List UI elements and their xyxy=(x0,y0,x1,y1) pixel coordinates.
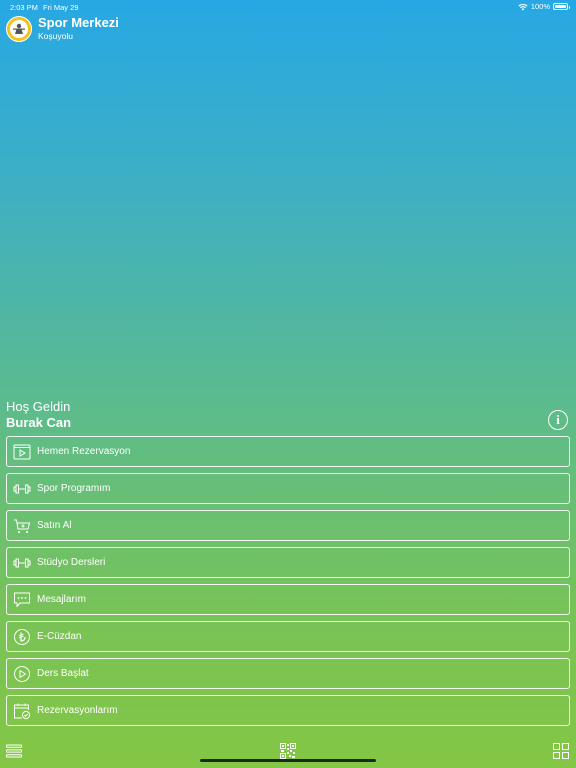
play-circle-icon xyxy=(12,664,32,684)
menu-item-label: Hemen Rezervasyon xyxy=(37,446,131,457)
list-menu-icon[interactable] xyxy=(6,744,22,763)
menu-item-hemen-rezervasyon[interactable]: Hemen Rezervasyon xyxy=(6,436,570,467)
status-right: 100% xyxy=(518,2,570,11)
home-indicator[interactable] xyxy=(200,759,376,762)
menu-item-label: Ders Başlat xyxy=(37,668,89,679)
status-time: 2:03 PM xyxy=(10,3,38,12)
header: Spor Merkezi Koşuyolu xyxy=(6,16,119,42)
dumbbell-icon xyxy=(12,553,32,573)
menu-item-studyo-dersleri[interactable]: Stüdyo Dersleri xyxy=(6,547,570,578)
menu-item-label: Mesajlarım xyxy=(37,594,86,605)
bottom-bar xyxy=(0,740,576,768)
branch-name: Koşuyolu xyxy=(38,31,73,41)
status-date: Fri May 29 xyxy=(43,3,79,12)
status-bar: 2:03 PM Fri May 29 100% xyxy=(0,0,576,14)
menu-item-rezervasyonlarim[interactable]: Rezervasyonlarım xyxy=(6,695,570,726)
wifi-icon xyxy=(518,3,528,10)
lira-coin-icon xyxy=(12,627,32,647)
battery-percent: 100% xyxy=(530,2,550,11)
menu-item-ders-baslat[interactable]: Ders Başlat xyxy=(6,658,570,689)
user-name: Burak Can xyxy=(6,415,72,430)
club-name: Spor Merkezi xyxy=(38,15,119,30)
grid-icon[interactable] xyxy=(553,743,569,764)
menu-item-label: Spor Programım xyxy=(37,483,111,494)
main-menu: Hemen Rezervasyon Spor Programım Satın A… xyxy=(6,436,570,732)
calendar-check-icon xyxy=(12,701,32,721)
play-square-icon xyxy=(12,442,32,462)
club-logo[interactable] xyxy=(6,16,32,42)
cart-icon xyxy=(12,516,32,536)
menu-item-label: Satın Al xyxy=(37,520,72,531)
menu-item-label: Stüdyo Dersleri xyxy=(37,557,106,568)
menu-item-label: Rezervasyonlarım xyxy=(37,705,118,716)
title-block: Spor Merkezi Koşuyolu xyxy=(38,16,119,42)
menu-item-spor-programim[interactable]: Spor Programım xyxy=(6,473,570,504)
club-logo-icon xyxy=(10,20,28,38)
menu-item-label: E-Cüzdan xyxy=(37,631,82,642)
info-icon[interactable]: i xyxy=(548,410,568,430)
menu-item-e-cuzdan[interactable]: E-Cüzdan xyxy=(6,621,570,652)
menu-item-mesajlarim[interactable]: Mesajlarım xyxy=(6,584,570,615)
welcome-greeting: Hoş Geldin xyxy=(6,399,71,414)
dumbbell-icon xyxy=(12,479,32,499)
menu-item-satin-al[interactable]: Satın Al xyxy=(6,510,570,541)
chat-icon xyxy=(12,590,32,610)
battery-icon xyxy=(553,3,570,10)
